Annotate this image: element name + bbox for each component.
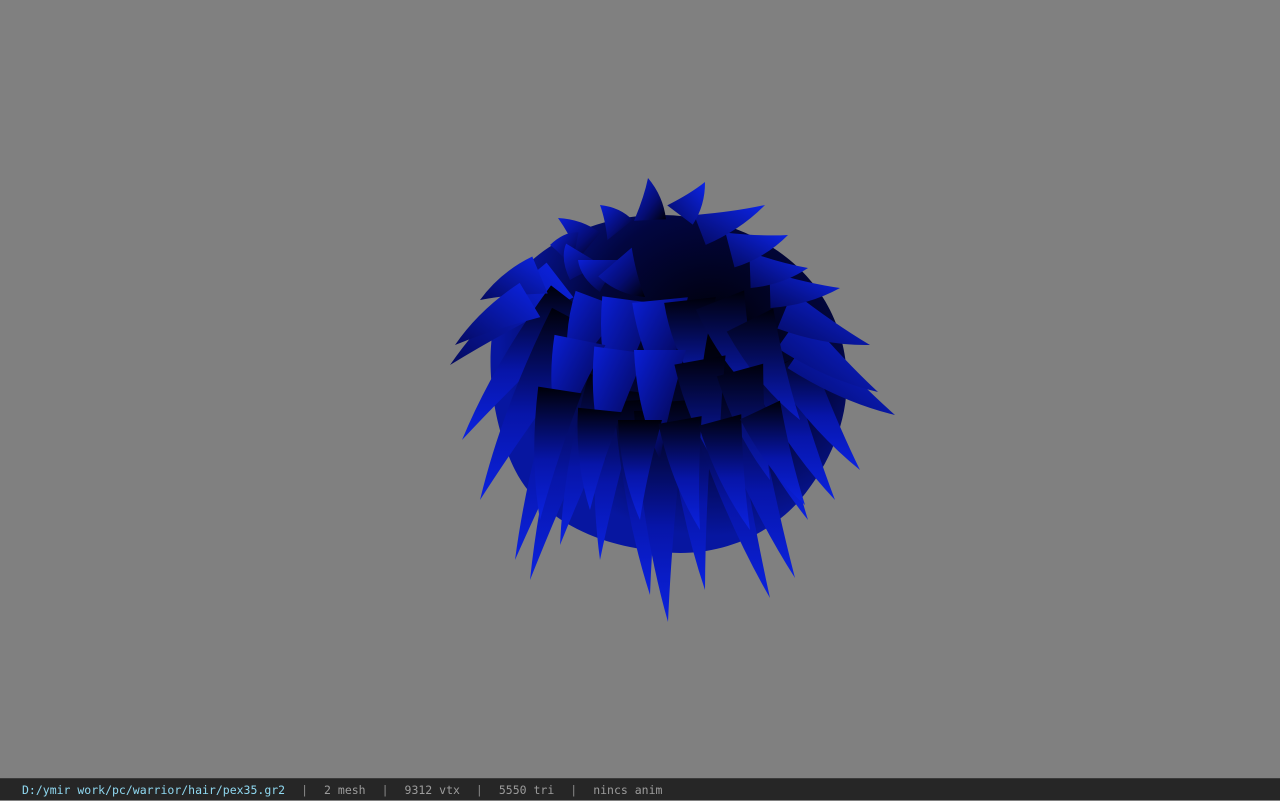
vertex-count: 9312 vtx [404,782,460,797]
separator: | [301,782,309,797]
separator: | [570,782,578,797]
triangle-count: 5550 tri [498,782,555,797]
hair-strand [634,178,666,221]
status-bar: D:/ymir work/pc/warrior/hair/pex35.gr2 |… [0,778,1280,800]
separator: | [475,782,483,797]
3d-viewport[interactable] [0,0,1280,778]
separator: | [381,782,389,797]
hair-mesh-render [450,178,895,622]
file-path: D:/ymir work/pc/warrior/hair/pex35.gr2 [22,782,286,797]
mesh-count: 2 mesh [324,782,366,797]
animation-status: nincs anim [593,782,663,797]
